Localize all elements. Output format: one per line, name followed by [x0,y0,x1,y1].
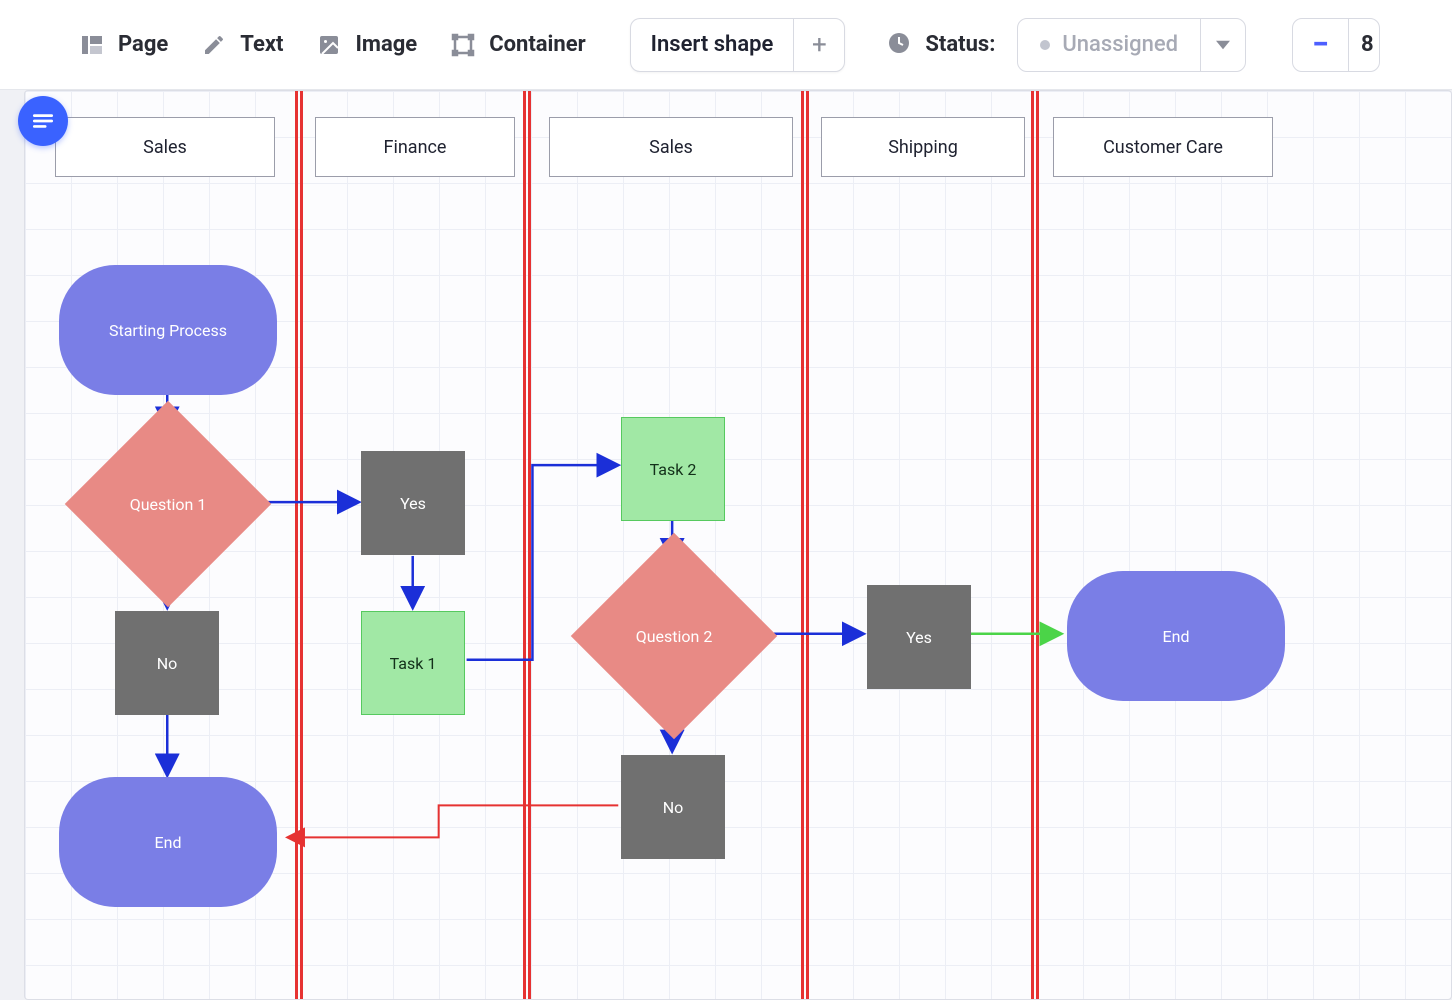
lane-header-customer-care[interactable]: Customer Care [1053,117,1273,177]
chevron-down-icon[interactable] [1201,19,1245,71]
image-icon [317,33,341,57]
container-tool-label: Container [489,32,585,57]
page-tool[interactable]: Page [72,26,176,63]
lane-label: Sales [649,137,693,158]
node-label: Question 1 [130,495,207,514]
node-label: No [663,798,684,817]
page-layout-icon [80,33,104,57]
node-label: Question 2 [636,627,713,646]
plus-icon[interactable]: + [794,19,844,71]
lane-header-sales-2[interactable]: Sales [549,117,793,177]
status-label: Status: [925,32,995,57]
lane-separator [801,91,809,999]
document-menu-button[interactable] [18,96,68,146]
menu-lines-icon [30,108,56,134]
lane-header-sales-1[interactable]: Sales [55,117,275,177]
node-label: End [1163,627,1190,646]
lane-label: Finance [384,137,447,158]
toolbar: Page Text Image Container Insert shape +… [0,0,1452,90]
lane-label: Shipping [888,137,958,158]
node-task-2[interactable]: Task 2 [621,417,725,521]
node-yes-1[interactable]: Yes [361,451,465,555]
lane-separator [295,91,303,999]
container-icon [451,33,475,57]
node-label: Yes [400,494,426,513]
lane-header-shipping[interactable]: Shipping [821,117,1025,177]
node-yes-2[interactable]: Yes [867,585,971,689]
clock-icon [887,31,911,59]
node-label: No [157,654,178,673]
node-end-2[interactable]: End [1067,571,1285,701]
node-question-2[interactable]: Question 2 [601,563,747,709]
status-dropdown[interactable]: Unassigned [1017,18,1246,72]
lane-separator [1031,91,1039,999]
status-group: Status: Unassigned [887,18,1246,72]
node-question-1[interactable]: Question 1 [95,431,241,577]
lane-separator [523,91,531,999]
node-label: Task 2 [650,460,697,479]
diagram-canvas[interactable]: Sales Finance Sales Shipping Customer Ca… [24,90,1452,1000]
zoom-control: − 8 [1292,18,1380,72]
node-no-1[interactable]: No [115,611,219,715]
zoom-out-button[interactable]: − [1293,19,1349,71]
node-label: End [155,833,182,852]
insert-shape-label: Insert shape [631,19,795,71]
node-label: Yes [906,628,932,647]
node-task-1[interactable]: Task 1 [361,611,465,715]
lane-header-finance[interactable]: Finance [315,117,515,177]
page-tool-label: Page [118,32,168,57]
status-value: Unassigned [1018,19,1201,71]
image-tool[interactable]: Image [309,26,425,63]
insert-shape-button[interactable]: Insert shape + [630,18,846,72]
zoom-value: 8 [1349,32,1379,57]
node-label: Task 1 [390,654,437,673]
text-tool[interactable]: Text [194,26,291,63]
image-tool-label: Image [355,32,417,57]
node-label: Starting Process [109,321,227,340]
node-no-2[interactable]: No [621,755,725,859]
node-end-1[interactable]: End [59,777,277,907]
node-start[interactable]: Starting Process [59,265,277,395]
edit-icon [202,33,226,57]
container-tool[interactable]: Container [443,26,593,63]
lane-label: Customer Care [1103,137,1223,158]
text-tool-label: Text [240,32,283,57]
lane-label: Sales [143,137,187,158]
